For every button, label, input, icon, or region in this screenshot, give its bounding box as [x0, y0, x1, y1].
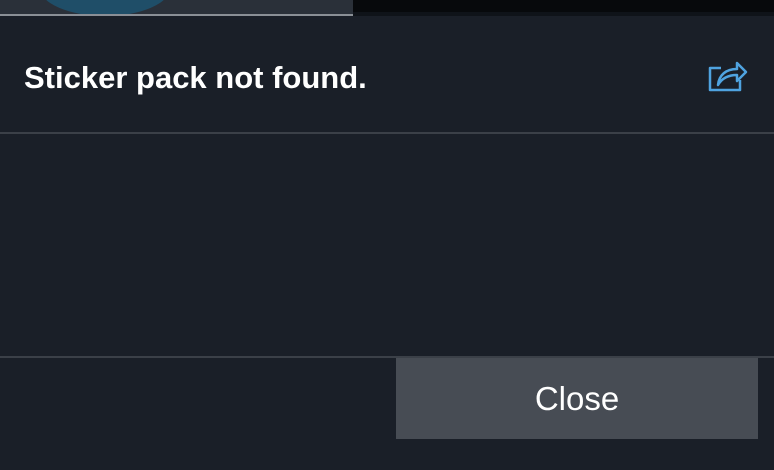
dialog-title: Sticker pack not found. [24, 60, 367, 95]
background-dark-area [353, 0, 774, 12]
screen: Sticker pack not found. Close [0, 0, 774, 470]
background-app [0, 0, 774, 16]
share-button[interactable] [702, 54, 750, 98]
share-icon [702, 54, 750, 98]
background-panel [0, 0, 353, 14]
background-avatar [40, 0, 170, 14]
dialog-footer: Close [0, 358, 774, 470]
dialog-content-area [0, 134, 774, 358]
sticker-pack-dialog: Sticker pack not found. Close [0, 16, 774, 470]
dialog-header: Sticker pack not found. [0, 16, 774, 134]
close-button[interactable]: Close [396, 358, 758, 439]
